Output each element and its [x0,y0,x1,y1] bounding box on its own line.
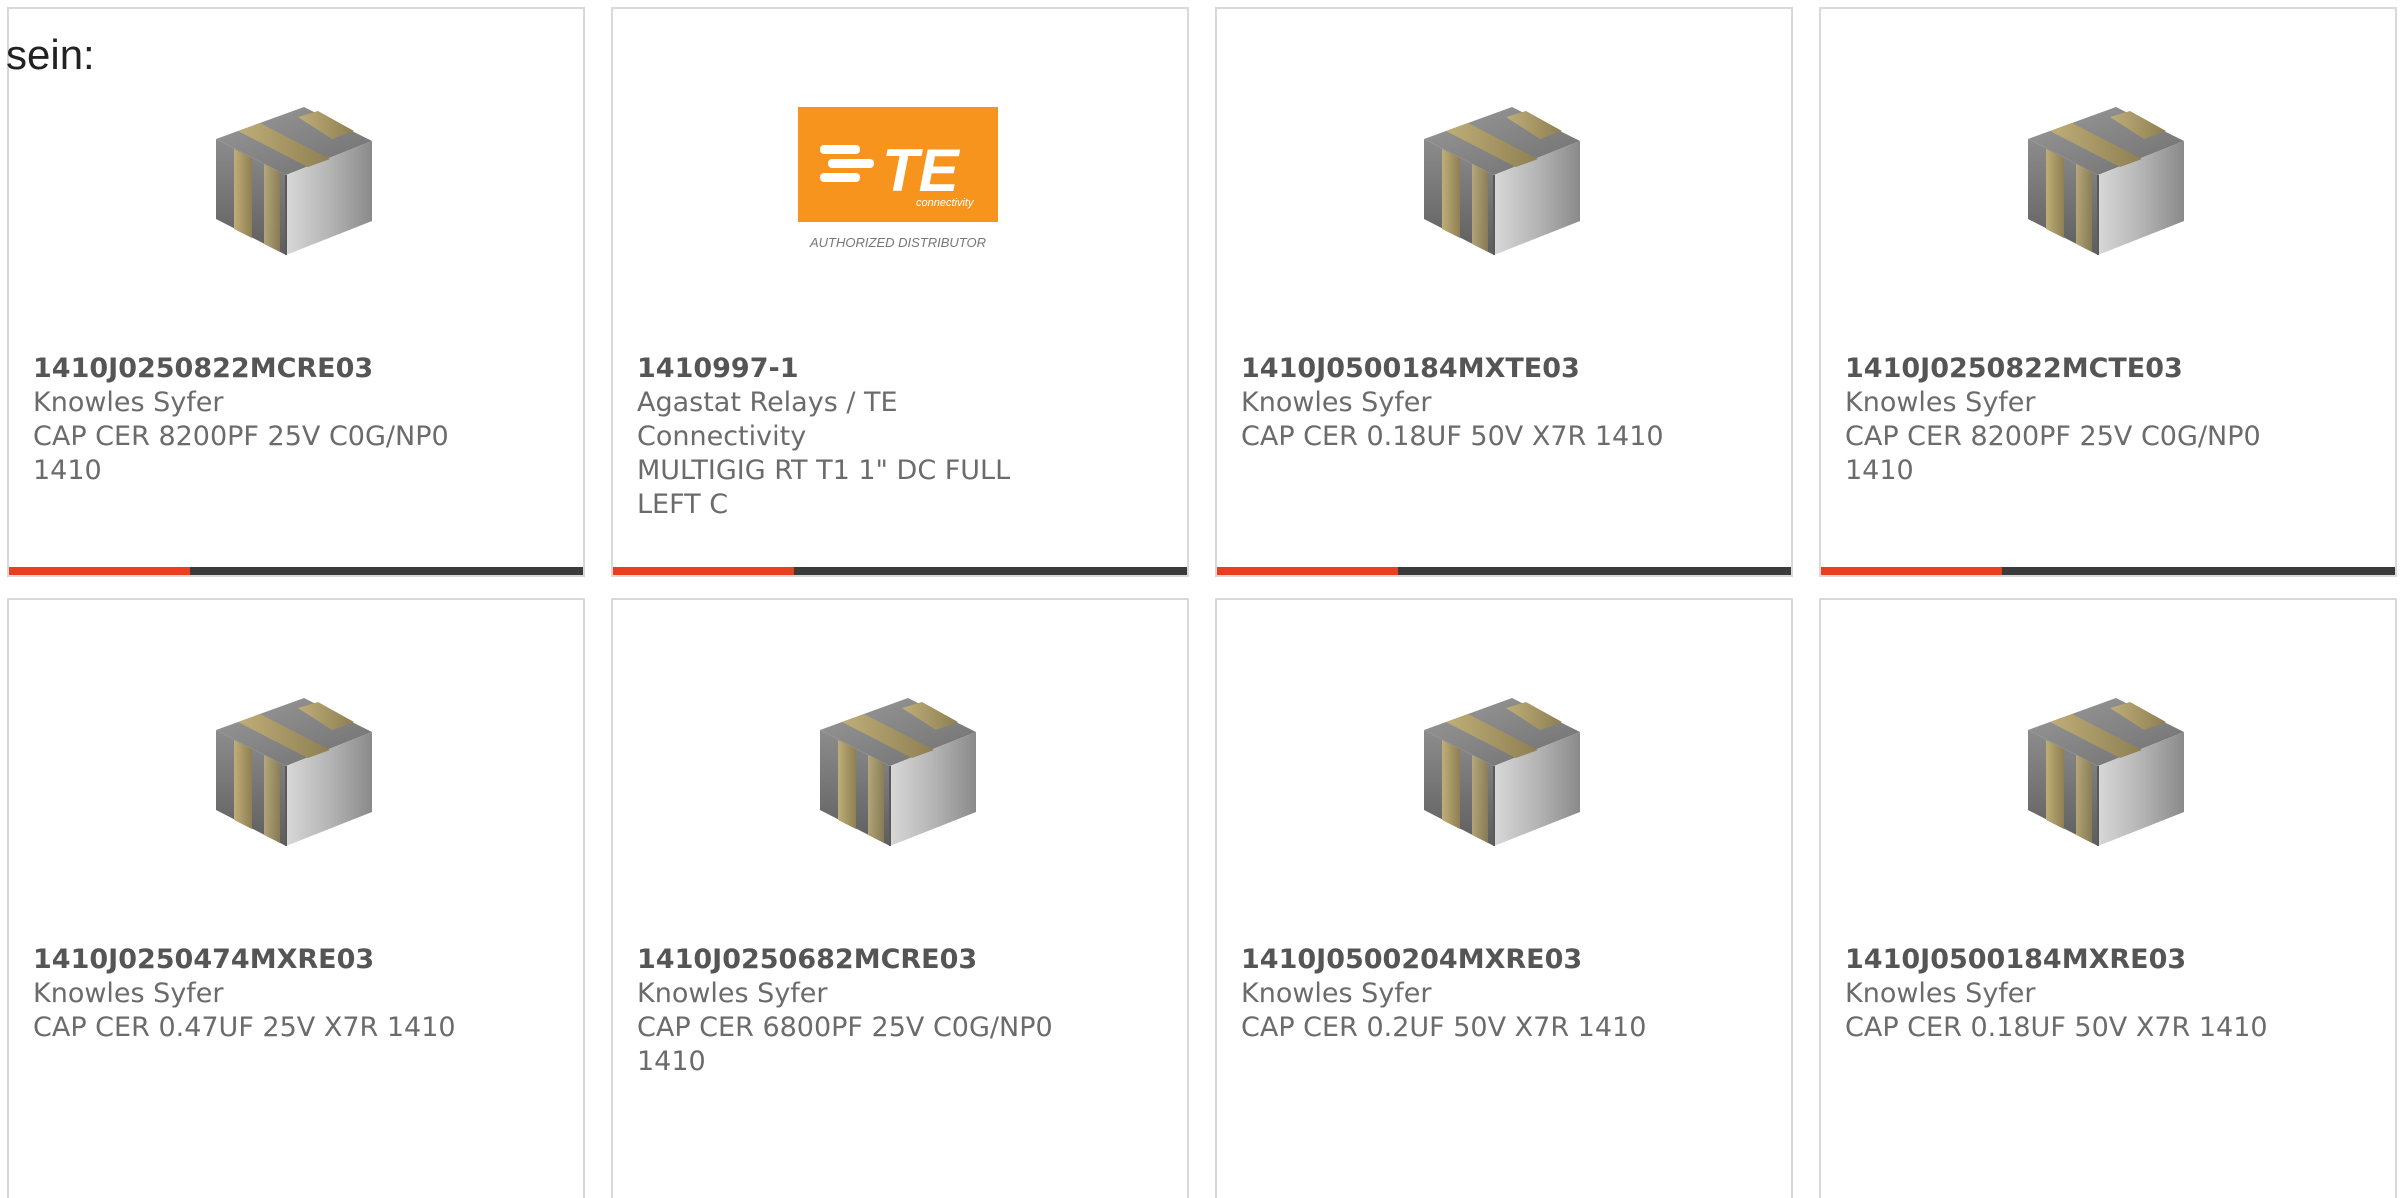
product-info: 1410J0250682MCRE03 Knowles Syfer CAP CER… [637,943,1067,1079]
progress-bar [613,567,1187,575]
capacitor-chip-icon [1402,79,1602,279]
manufacturer: Knowles Syfer [1845,978,2036,1009]
product-card[interactable]: 1410J0500184MXRE03 Knowles Syfer CAP CER… [1819,598,2397,1198]
product-card[interactable]: 1410J0500204MXRE03 Knowles Syfer CAP CER… [1215,598,1793,1198]
product-image [798,670,998,870]
product-card[interactable]: 1410J0250822MCRE03 Knowles Syfer CAP CER… [7,7,585,577]
part-number[interactable]: 1410J0250474MXRE03 [33,943,463,977]
capacitor-chip-icon [194,79,394,279]
manufacturer: Agastat Relays / TE Connectivity [637,387,898,452]
product-description: CAP CER 8200PF 25V C0G/NP0 1410 [33,421,449,486]
te-logo-subtext: connectivity [916,197,975,209]
part-number[interactable]: 1410J0250822MCRE03 [33,352,463,386]
product-image: TE connectivity AUTHORIZED DISTRIBUTOR [798,79,998,279]
product-image [1402,79,1602,279]
product-info: 1410J0500184MXTE03 Knowles Syfer CAP CER… [1241,352,1671,454]
progress-bar-fill [1821,567,2002,575]
product-info: 1410J0250474MXRE03 Knowles Syfer CAP CER… [33,943,463,1045]
product-info: 1410J0250822MCTE03 Knowles Syfer CAP CER… [1845,352,2275,488]
manufacturer: Knowles Syfer [33,978,224,1009]
capacitor-chip-icon [1402,670,1602,870]
progress-bar-fill [1217,567,1398,575]
product-grid: sein: 1410J0250822MCRE03 Knowles Syfer C… [0,0,2400,1198]
product-info: 1410J0500184MXRE03 Knowles Syfer CAP CER… [1845,943,2275,1045]
product-image [1402,670,1602,870]
product-card[interactable]: 1410J0500184MXTE03 Knowles Syfer CAP CER… [1215,7,1793,577]
capacitor-chip-icon [2006,670,2206,870]
part-number[interactable]: 1410J0500184MXRE03 [1845,943,2275,977]
capacitor-chip-icon [798,670,998,870]
product-image [194,670,394,870]
progress-bar [1821,567,2395,575]
progress-bar-fill [9,567,190,575]
product-image [194,79,394,279]
product-description: CAP CER 0.18UF 50V X7R 1410 [1241,421,1664,452]
part-number[interactable]: 1410J0250682MCRE03 [637,943,1067,977]
product-card[interactable]: TE connectivity AUTHORIZED DISTRIBUTOR 1… [611,7,1189,577]
manufacturer: Knowles Syfer [1241,978,1432,1009]
section-heading: sein: [6,31,95,78]
part-number[interactable]: 1410997-1 [637,352,1067,386]
product-description: CAP CER 0.18UF 50V X7R 1410 [1845,1012,2268,1043]
capacitor-chip-icon [2006,79,2206,279]
te-logo-caption: AUTHORIZED DISTRIBUTOR [809,235,986,250]
product-info: 1410J0250822MCRE03 Knowles Syfer CAP CER… [33,352,463,488]
product-description: MULTIGIG RT T1 1" DC FULL LEFT C [637,455,1011,520]
manufacturer: Knowles Syfer [33,387,224,418]
progress-bar [1217,567,1791,575]
product-card[interactable]: 1410J0250822MCTE03 Knowles Syfer CAP CER… [1819,7,2397,577]
product-card[interactable]: 1410J0250682MCRE03 Knowles Syfer CAP CER… [611,598,1189,1198]
manufacturer: Knowles Syfer [1845,387,2036,418]
product-info: 1410J0500204MXRE03 Knowles Syfer CAP CER… [1241,943,1671,1045]
manufacturer: Knowles Syfer [1241,387,1432,418]
manufacturer: Knowles Syfer [637,978,828,1009]
part-number[interactable]: 1410J0250822MCTE03 [1845,352,2275,386]
product-description: CAP CER 0.47UF 25V X7R 1410 [33,1012,456,1043]
product-description: CAP CER 8200PF 25V C0G/NP0 1410 [1845,421,2261,486]
product-image [2006,79,2206,279]
progress-bar-fill [613,567,794,575]
part-number[interactable]: 1410J0500204MXRE03 [1241,943,1671,977]
product-card[interactable]: 1410J0250474MXRE03 Knowles Syfer CAP CER… [7,598,585,1198]
product-info: 1410997-1 Agastat Relays / TE Connectivi… [637,352,1067,522]
capacitor-chip-icon [194,670,394,870]
product-description: CAP CER 0.2UF 50V X7R 1410 [1241,1012,1647,1043]
product-description: CAP CER 6800PF 25V C0G/NP0 1410 [637,1012,1053,1077]
product-image [2006,670,2206,870]
te-connectivity-logo: TE connectivity AUTHORIZED DISTRIBUTOR [798,107,998,250]
progress-bar [9,567,583,575]
part-number[interactable]: 1410J0500184MXTE03 [1241,352,1671,386]
te-logo-text: TE [882,137,961,204]
